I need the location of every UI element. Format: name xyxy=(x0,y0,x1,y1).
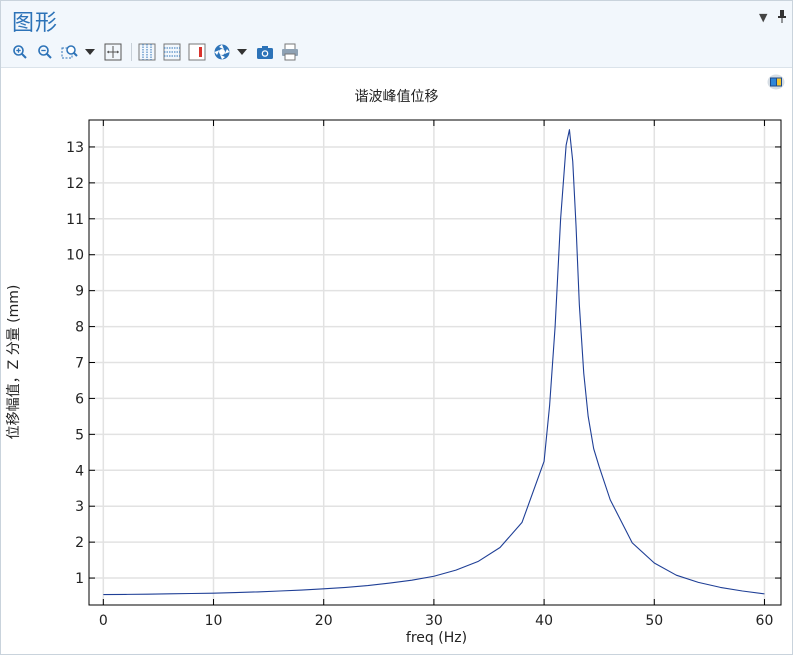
x-tick-label: 20 xyxy=(315,613,333,629)
x-tick-label: 10 xyxy=(205,613,223,629)
x-axis-label: freq (Hz) xyxy=(405,630,468,646)
line-chart: 0 10 20 30 40 50 6012345678910111213 xyxy=(66,119,782,629)
y-tick-label: 8 xyxy=(75,320,84,336)
y-tick-label: 1 xyxy=(75,571,84,587)
x-tick-label: 50 xyxy=(645,613,663,629)
x-tick-label: 40 xyxy=(535,613,553,629)
y-tick-label: 4 xyxy=(75,463,84,479)
y-tick-label: 12 xyxy=(66,176,84,192)
y-tick-label: 9 xyxy=(75,284,84,300)
x-tick-label: 60 xyxy=(756,613,774,629)
y-axis-label: 位移幅值，Z 分量 (mm) xyxy=(6,284,22,440)
y-tick-label: 11 xyxy=(66,212,84,228)
y-tick-label: 5 xyxy=(75,427,84,443)
y-tick-label: 10 xyxy=(66,248,84,264)
y-tick-label: 2 xyxy=(75,535,84,551)
y-tick-label: 3 xyxy=(75,499,84,515)
y-tick-label: 13 xyxy=(66,140,84,156)
x-tick-label: 0 xyxy=(99,613,108,629)
y-tick-label: 7 xyxy=(75,356,84,372)
y-tick-label: 6 xyxy=(75,391,84,407)
x-tick-label: 30 xyxy=(425,613,443,629)
